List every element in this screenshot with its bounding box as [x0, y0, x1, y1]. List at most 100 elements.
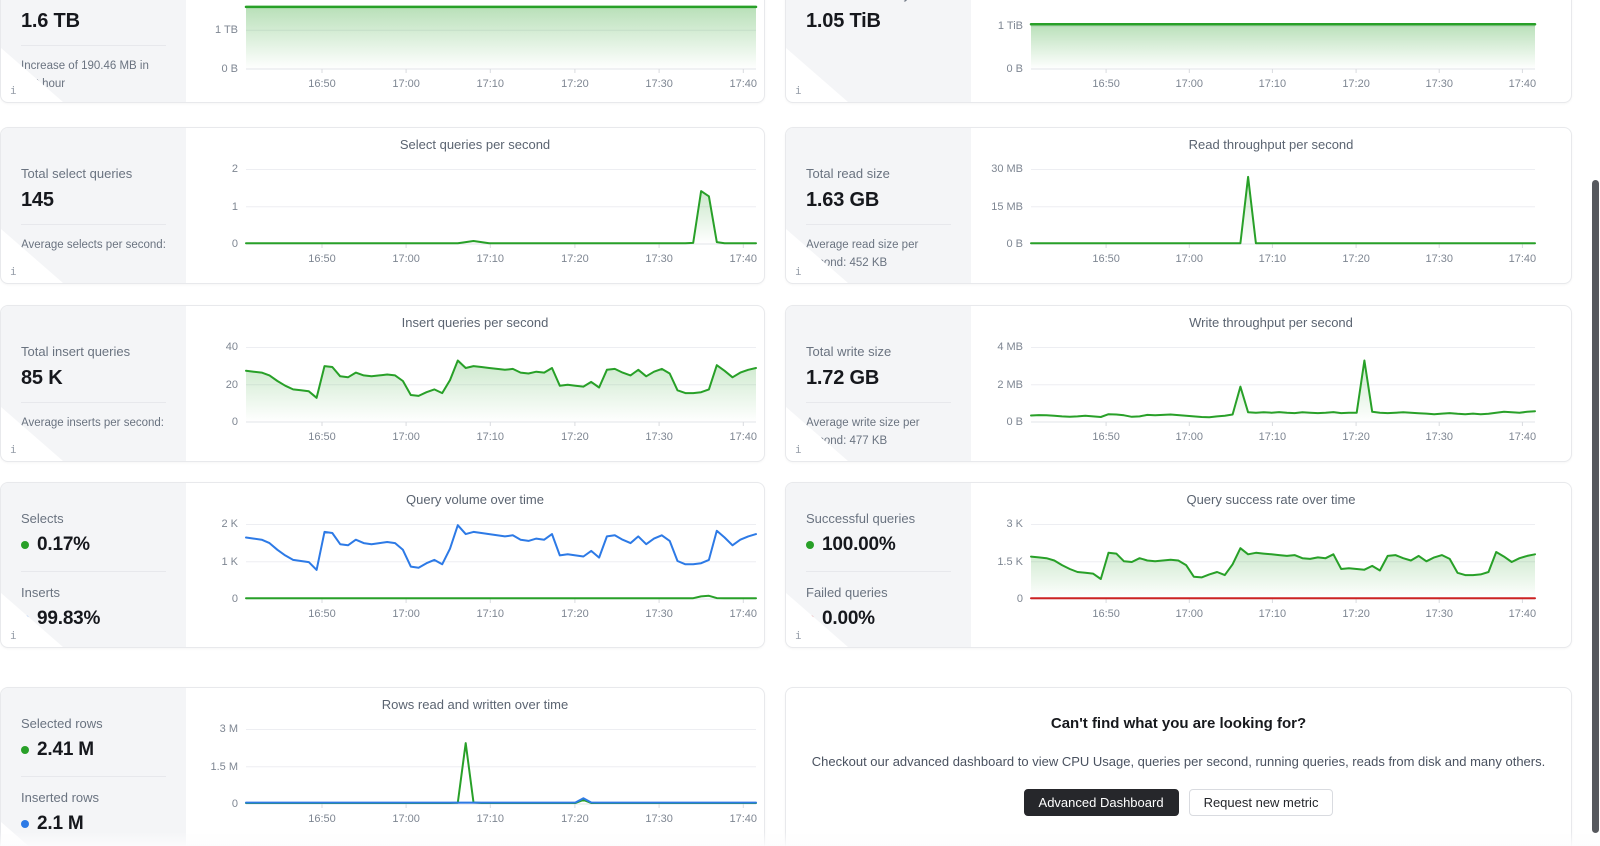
x-tick-label: 17:40: [1508, 431, 1537, 443]
stat-content: Successful queries 100.00% Failed queries 0…: [786, 483, 971, 630]
x-tick-label: 17:20: [1342, 608, 1370, 620]
stat-value-row: 0.17%: [21, 534, 166, 556]
chart-area-storage-used: 1 TB 0 B 16:50 17:00 17:10 17:20 17:30 17:40: [186, 0, 764, 102]
x-tick-label: 17:30: [1425, 608, 1453, 620]
chart-area-query-success-rate: Query success rate over time 3 K 1.5 K 0 16:…: [971, 483, 1571, 647]
stat-panel-total-write-size: Total write size 1.72 GB Average write siz…: [786, 306, 971, 461]
x-tick-label: 17:40: [729, 608, 758, 620]
x-tick-label: 17:10: [1258, 253, 1287, 265]
advanced-dashboard-button[interactable]: Advanced Dashboard: [1023, 789, 1179, 816]
y-tick-label: 0: [231, 416, 238, 428]
y-tick-label: 0 B: [221, 63, 238, 75]
stat-value: 0.00%: [822, 608, 875, 629]
stat-value-row: 2.41 M: [21, 739, 166, 761]
x-tick-label: 17:30: [1425, 431, 1453, 443]
chart-area-total-write-size: Write throughput per second 4 MB 2 MB 0 B 16…: [971, 306, 1571, 461]
x-tick-label: 17:30: [645, 431, 673, 443]
x-tick-label: 17:30: [1425, 253, 1453, 265]
stat-panel-rows-read-written: Selected rows 2.41 M Inserted rows 2.1 M: [1, 688, 186, 846]
chart-title: Write throughput per second: [1189, 315, 1353, 330]
info-icon[interactable]: i: [795, 84, 802, 97]
info-icon[interactable]: i: [795, 443, 802, 456]
info-icon[interactable]: i: [10, 629, 17, 642]
x-tick-label: 16:50: [1092, 608, 1120, 620]
x-tick-label: 17:10: [1258, 431, 1287, 443]
x-tick-label: 17:00: [392, 608, 420, 620]
chart-plot-total-read-size[interactable]: [1030, 162, 1536, 250]
stat-divider: [806, 402, 951, 403]
chart-plot-rows-read-written[interactable]: [245, 722, 757, 810]
stat-subtext: Average inserts per second: 24: [21, 417, 164, 447]
x-tick-label: 17:10: [476, 78, 505, 90]
stat-label: Allocated memory: [806, 0, 951, 2]
x-tick-label: 17:30: [645, 253, 673, 265]
stat-subtext: Increase of 190.46 MB in last hour: [21, 60, 149, 90]
card-total-read-size: Total read size 1.63 GB Average read size …: [785, 127, 1572, 284]
y-tick-label: 0: [231, 593, 238, 605]
chart-plot-query-success-rate[interactable]: [1030, 517, 1536, 605]
chart-plot-total-write-size[interactable]: [1030, 340, 1536, 428]
y-tick-label: 0 B: [1006, 416, 1023, 428]
stat-value: 100.00%: [822, 534, 896, 555]
stat-value-row: 1.6 TB: [21, 10, 166, 33]
x-tick-label: 17:40: [729, 78, 758, 90]
x-tick-label: 17:10: [476, 253, 505, 265]
info-icon[interactable]: i: [10, 84, 17, 97]
y-tick-label: 2: [231, 163, 238, 176]
x-tick-label: 17:00: [1175, 253, 1204, 265]
y-tick-label: 1.5 M: [210, 760, 238, 773]
stat-value: 85 K: [21, 367, 63, 389]
x-tick-label: 17:40: [1508, 608, 1537, 620]
info-icon[interactable]: i: [10, 443, 17, 456]
x-tick-label: 16:50: [308, 253, 336, 265]
stat-content: Total read size 1.63 GB Average read size …: [786, 128, 971, 273]
x-tick-label: 16:50: [1092, 78, 1120, 90]
stat-value: 2.1 M: [37, 813, 84, 834]
stat-content: Total insert queries 85 K Average inserts …: [1, 306, 186, 451]
stat-panel-allocated-memory: Allocated memory 1.05 TiB: [786, 0, 971, 102]
x-tick-label: 17:10: [476, 608, 505, 620]
legend-dot: [21, 615, 29, 623]
x-tick-label: 17:20: [1342, 431, 1370, 443]
chart-plot-total-select-queries[interactable]: [245, 162, 757, 250]
y-tick-label: 4 MB: [997, 341, 1023, 354]
stat-label: Total insert queries: [21, 344, 131, 359]
chart-plot-query-volume[interactable]: [245, 517, 757, 605]
stat-value: 1.63 GB: [806, 189, 880, 211]
legend-dot: [21, 820, 29, 828]
y-tick-label: 15 MB: [991, 200, 1023, 213]
x-tick-label: 16:50: [308, 608, 336, 620]
chart-title: Query volume over time: [406, 492, 544, 507]
x-tick-label: 17:30: [645, 813, 673, 825]
vertical-scrollbar[interactable]: [1592, 180, 1599, 833]
y-tick-label: 0: [231, 238, 238, 250]
stat-content: Total write size 1.72 GB Average write siz…: [786, 306, 971, 451]
x-tick-label: 17:20: [561, 253, 589, 265]
y-tick-label: 1: [231, 200, 238, 213]
x-tick-label: 17:30: [645, 78, 673, 90]
stat-subtext: Average selects per second: 0: [21, 239, 166, 269]
y-tick-label: 1 K: [221, 555, 238, 568]
stat-value: 2.41 M: [37, 739, 94, 760]
metrics-dashboard: 1.6 TB Increase of 190.46 MB in last hour…: [0, 0, 1600, 846]
chart-plot-total-insert-queries[interactable]: [245, 340, 757, 428]
card-total-select-queries: Total select queries 145 Average selects p…: [0, 127, 765, 284]
x-tick-label: 17:20: [561, 78, 589, 90]
x-tick-label: 17:40: [1508, 78, 1537, 90]
stat-value-row: 1.05 TiB: [806, 10, 951, 33]
x-tick-label: 17:40: [1508, 253, 1537, 265]
cta-heading: Can't find what you are looking for?: [1050, 715, 1307, 732]
chart-title: Read throughput per second: [1188, 137, 1354, 152]
stat-label: Selects: [21, 511, 64, 526]
info-icon[interactable]: i: [795, 629, 802, 642]
info-icon[interactable]: i: [10, 265, 17, 278]
stat-value-row: 145: [21, 189, 166, 212]
chart-plot-storage-used[interactable]: [244, 5, 758, 75]
stat-divider: [806, 224, 951, 225]
x-tick-label: 17:00: [392, 431, 420, 443]
info-icon[interactable]: i: [795, 265, 802, 278]
x-tick-label: 16:50: [1092, 253, 1120, 265]
y-tick-label: 40: [225, 341, 238, 354]
request-new-metric-button[interactable]: Request new metric: [1188, 789, 1334, 816]
chart-plot-allocated-memory[interactable]: [1029, 5, 1537, 75]
